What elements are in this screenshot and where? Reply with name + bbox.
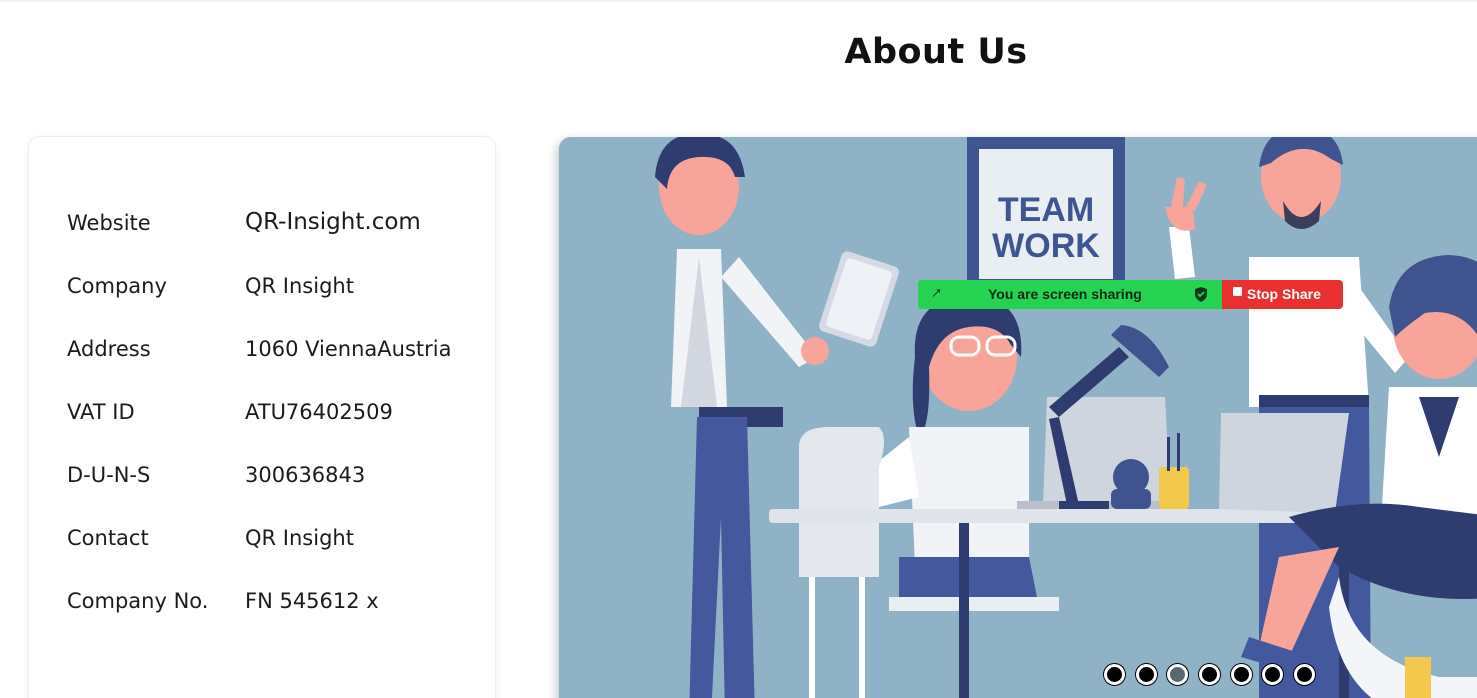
carousel-dot-1[interactable] xyxy=(1104,664,1125,685)
info-value: QR Insight xyxy=(245,274,354,298)
info-row-duns: D-U-N-S 300636843 xyxy=(67,463,487,493)
info-row-address: Address 1060 ViennaAustria xyxy=(67,337,487,367)
teamwork-illustration: TEAM WORK xyxy=(559,137,1477,698)
info-value: 1060 ViennaAustria xyxy=(245,337,452,361)
info-row-vat-id: VAT ID ATU76402509 xyxy=(67,400,487,430)
carousel-dot-3[interactable] xyxy=(1167,664,1188,685)
image-carousel[interactable]: TEAM WORK xyxy=(559,137,1477,698)
carousel-indicators xyxy=(1104,664,1324,686)
info-value: 300636843 xyxy=(245,463,366,487)
poster-line1: TEAM xyxy=(998,191,1094,229)
info-label: VAT ID xyxy=(67,400,135,424)
share-status-panel: ⭧ You are screen sharing xyxy=(918,280,1222,309)
carousel-dot-4[interactable] xyxy=(1199,664,1220,685)
info-label: Company xyxy=(67,274,167,298)
carousel-dot-6[interactable] xyxy=(1262,664,1283,685)
info-row-website: Website QR-Insight.com xyxy=(67,209,487,241)
info-label: D-U-N-S xyxy=(67,463,151,487)
page-title: About Us xyxy=(844,32,1028,72)
company-info-card: Website QR-Insight.com Company QR Insigh… xyxy=(28,136,496,698)
top-divider xyxy=(0,0,1477,2)
carousel-dot-7[interactable] xyxy=(1294,664,1315,685)
carousel-dot-2[interactable] xyxy=(1136,664,1157,685)
shield-icon xyxy=(1195,287,1207,302)
screen-share-bar: ⭧ You are screen sharing Stop Share xyxy=(918,280,1343,309)
info-label: Website xyxy=(67,211,151,235)
carousel-dot-5[interactable] xyxy=(1231,664,1252,685)
arrow-icon: ⭧ xyxy=(932,286,942,302)
info-row-company-no: Company No. FN 545612 x xyxy=(67,589,487,619)
info-label: Company No. xyxy=(67,589,209,613)
stop-icon xyxy=(1233,287,1242,296)
info-row-contact: Contact QR Insight xyxy=(67,526,487,556)
website-link[interactable]: QR-Insight.com xyxy=(245,209,421,235)
info-label: Contact xyxy=(67,526,149,550)
share-status-text: You are screen sharing xyxy=(988,286,1142,302)
info-label: Address xyxy=(67,337,151,361)
stop-share-button[interactable]: Stop Share xyxy=(1222,280,1343,309)
stop-share-label: Stop Share xyxy=(1247,286,1321,302)
info-row-company: Company QR Insight xyxy=(67,274,487,304)
info-value: ATU76402509 xyxy=(245,400,393,424)
info-value: QR Insight xyxy=(245,526,354,550)
poster-line2: WORK xyxy=(992,227,1100,265)
info-value: FN 545612 x xyxy=(245,589,379,613)
